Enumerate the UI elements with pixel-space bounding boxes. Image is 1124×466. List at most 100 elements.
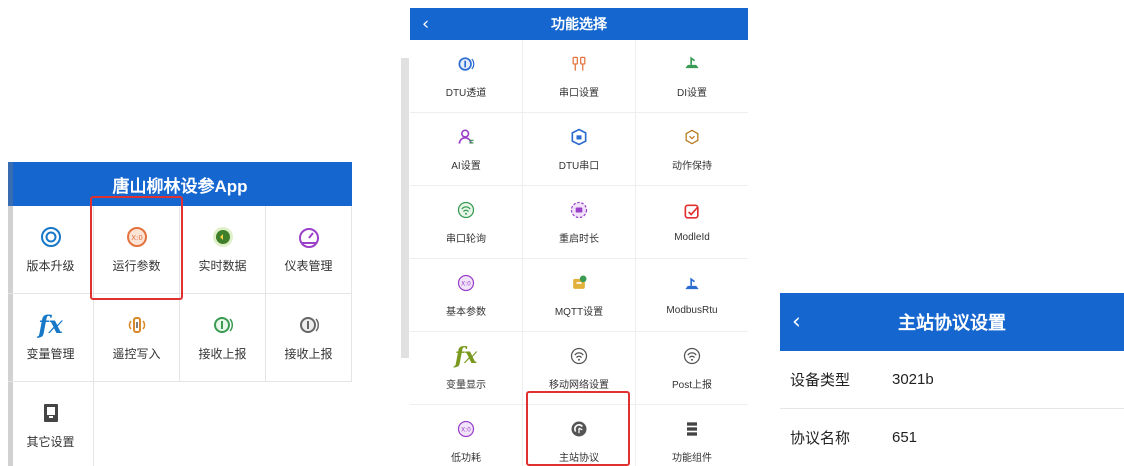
function-item-variable-display[interactable]: fx 变量显示 [410, 332, 523, 405]
screen-divider [401, 58, 409, 358]
menu-item-version-upgrade[interactable]: 版本升级 [8, 206, 94, 294]
mqtt-icon [569, 273, 589, 293]
modbus-icon [682, 275, 702, 295]
home-screen: 唐山柳林设参App 版本升级 X:0 运行参数 实时数据 仪表管理 fx 变量管… [8, 162, 352, 466]
home-header: 唐山柳林设参App [8, 162, 352, 206]
function-item-label: DI设置 [677, 87, 707, 99]
remote-write-icon [125, 313, 149, 337]
menu-item-label: 变量管理 [26, 347, 75, 361]
action-hold-icon [682, 127, 702, 147]
function-item-label: 重启时长 [559, 233, 599, 245]
function-item-ai-settings[interactable]: AI设置 [410, 113, 523, 186]
function-item-label: ModleId [674, 231, 710, 243]
master-protocol-icon [569, 419, 589, 439]
master-protocol-screen: ‹ 主站协议设置 设备类型 3021b 协议名称 651 [780, 293, 1124, 466]
model-id-icon [682, 202, 702, 222]
report-icon [297, 313, 321, 337]
function-item-label: 移动网络设置 [549, 379, 609, 391]
function-item-dtu-channel[interactable]: DTU透道 [410, 40, 523, 113]
menu-item-label: 遥控写入 [112, 347, 161, 361]
gauge-icon [297, 225, 321, 249]
svg-text:X:0: X:0 [461, 427, 471, 433]
menu-item-receive-report-2[interactable]: 接收上报 [266, 294, 352, 382]
realtime-data-icon [211, 225, 235, 249]
menu-item-other-settings[interactable]: 其它设置 [8, 382, 94, 466]
menu-item-variable-management[interactable]: fx 变量管理 [8, 294, 94, 382]
function-item-model-id[interactable]: ModleId [636, 186, 748, 259]
menu-item-remote-write[interactable]: 遥控写入 [94, 294, 180, 382]
function-item-label: DTU串口 [558, 160, 600, 172]
menu-item-realtime-data[interactable]: 实时数据 [180, 206, 266, 294]
menu-item-label: 接收上报 [198, 347, 247, 361]
function-item-modbus-rtu[interactable]: ModbusRtu [636, 259, 748, 332]
menu-item-meter-management[interactable]: 仪表管理 [266, 206, 352, 294]
function-item-label: 串口设置 [559, 87, 599, 99]
back-icon[interactable]: ‹ [422, 14, 429, 35]
menu-item-receive-report[interactable]: 接收上报 [180, 294, 266, 382]
master-protocol-title: 主站协议设置 [898, 313, 1006, 333]
function-item-low-power[interactable]: X:0 低功耗 [410, 405, 523, 466]
function-item-label: MQTT设置 [554, 306, 604, 318]
function-item-label: ModbusRtu [666, 304, 718, 316]
serial-port-icon [569, 54, 589, 74]
function-item-label: AI设置 [451, 160, 481, 172]
low-power-icon: X:0 [456, 419, 476, 439]
function-item-label: 变量显示 [446, 379, 486, 391]
ai-icon [456, 127, 476, 147]
setting-value: 651 [892, 429, 918, 446]
master-protocol-header: ‹ 主站协议设置 [780, 293, 1124, 351]
function-item-basic-params[interactable]: X:0 基本参数 [410, 259, 523, 332]
menu-item-run-params[interactable]: X:0 运行参数 [94, 206, 180, 294]
svg-text:X:0: X:0 [461, 281, 471, 287]
post-report-icon [682, 346, 702, 366]
function-select-title: 功能选择 [551, 16, 607, 32]
menu-item-label: 接收上报 [284, 347, 333, 361]
basic-params-icon: X:0 [456, 273, 476, 293]
function-item-di-settings[interactable]: DI设置 [636, 40, 748, 113]
function-item-label: 低功耗 [451, 452, 481, 464]
menu-item-label: 运行参数 [112, 259, 161, 273]
function-item-components[interactable]: 功能组件 [636, 405, 748, 466]
setting-label: 协议名称 [790, 430, 851, 447]
function-item-label: 功能组件 [672, 452, 712, 464]
dtu-serial-icon [569, 127, 589, 147]
menu-item-label: 版本升级 [26, 259, 75, 273]
home-menu-grid: 版本升级 X:0 运行参数 实时数据 仪表管理 fx 变量管理 遥控写入 接收上… [8, 206, 352, 466]
parameters-icon: X:0 [125, 225, 149, 249]
setting-row-protocol-name[interactable]: 协议名称 651 [780, 409, 1124, 466]
serial-poll-icon [456, 200, 476, 220]
function-item-label: 串口轮询 [446, 233, 486, 245]
function-item-action-hold[interactable]: 动作保持 [636, 113, 748, 186]
function-item-label: Post上报 [671, 379, 712, 391]
menu-item-label: 实时数据 [198, 259, 247, 273]
function-item-serial-poll[interactable]: 串口轮询 [410, 186, 523, 259]
function-item-master-protocol[interactable]: 主站协议 [523, 405, 636, 466]
function-select-header: ‹ 功能选择 [410, 8, 748, 40]
function-item-dtu-serial[interactable]: DTU串口 [523, 113, 636, 186]
menu-item-label: 其它设置 [26, 435, 75, 449]
di-icon [682, 54, 702, 74]
function-item-label: 基本参数 [446, 306, 486, 318]
function-select-screen: ‹ 功能选择 DTU透道 串口设置 DI设置 AI设置 DTU串口 动作保持 串… [410, 8, 748, 466]
dtu-channel-icon [456, 54, 476, 74]
fx-icon: fx [38, 310, 63, 339]
home-title: 唐山柳林设参App [112, 176, 248, 196]
fx-icon: fx [454, 342, 478, 369]
function-item-mqtt-settings[interactable]: MQTT设置 [523, 259, 636, 332]
setting-value: 3021b [892, 371, 934, 388]
function-item-post-report[interactable]: Post上报 [636, 332, 748, 405]
function-item-restart-time[interactable]: 重启时长 [523, 186, 636, 259]
components-icon [682, 419, 702, 439]
function-item-mobile-network[interactable]: 移动网络设置 [523, 332, 636, 405]
back-icon[interactable]: ‹ [792, 310, 801, 335]
function-item-label: 动作保持 [672, 160, 712, 172]
function-item-label: 主站协议 [559, 452, 599, 464]
setting-row-device-type[interactable]: 设备类型 3021b [780, 351, 1124, 409]
function-item-serial-settings[interactable]: 串口设置 [523, 40, 636, 113]
svg-text:X:0: X:0 [131, 234, 143, 242]
function-grid: DTU透道 串口设置 DI设置 AI设置 DTU串口 动作保持 串口轮询 重启时… [410, 40, 748, 466]
restart-time-icon [569, 200, 589, 220]
report-icon [211, 313, 235, 337]
menu-item-label: 仪表管理 [284, 259, 333, 273]
other-settings-icon [39, 401, 63, 425]
